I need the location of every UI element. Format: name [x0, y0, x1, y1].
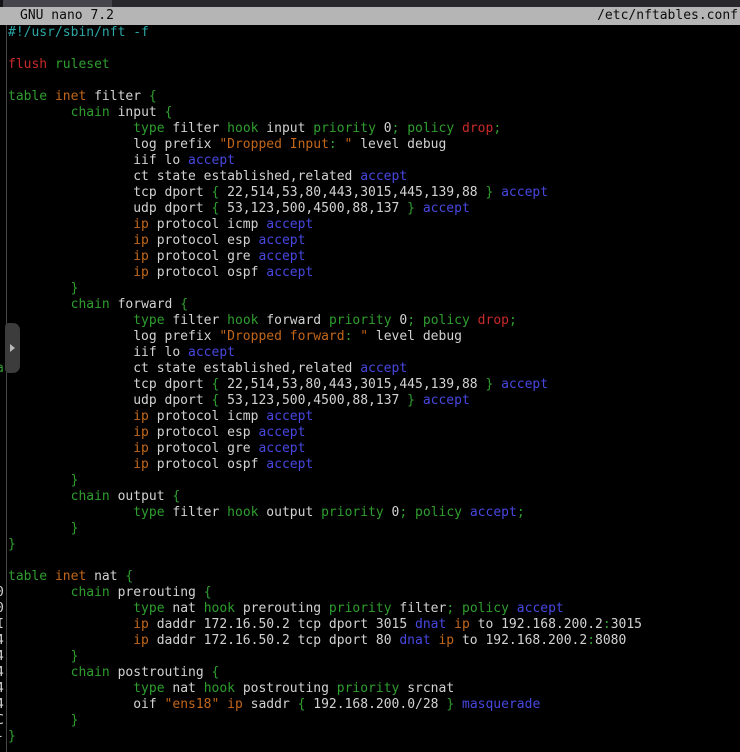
code-line: ip daddr 172.16.50.2 tcp dport 3015 dnat… [0, 617, 740, 633]
code-line: ip protocol icmp accept [0, 409, 740, 425]
code-line: ip protocol ospf accept [0, 457, 740, 473]
code-line: type filter hook forward priority 0; pol… [0, 313, 740, 329]
code-line [0, 73, 740, 89]
code-line: } [0, 713, 740, 729]
left-edge-glyph-fragment: C [0, 713, 4, 729]
code-line: udp dport { 53,123,500,4500,88,137 } acc… [0, 201, 740, 217]
code-line: chain input { [0, 105, 740, 121]
code-line: } [0, 537, 740, 553]
code-line: iif lo accept [0, 345, 740, 361]
code-line: chain prerouting { [0, 585, 740, 601]
left-edge-glyph-fragment: 4 [0, 697, 4, 713]
code-line: log prefix "Dropped Input: " level debug [0, 137, 740, 153]
code-line: tcp dport { 22,514,53,80,443,3015,445,13… [0, 377, 740, 393]
nano-titlebar: GNU nano 7.2 /etc/nftables.conf [0, 7, 740, 25]
code-line: ct state established,related accept [0, 169, 740, 185]
code-line: table inet filter { [0, 89, 740, 105]
code-line: ip protocol gre accept [0, 249, 740, 265]
code-line [0, 41, 740, 57]
left-edge-glyph-fragment: 4 [0, 633, 4, 649]
code-line: ip protocol esp accept [0, 233, 740, 249]
left-edge-glyph-fragment: 0 [0, 601, 4, 617]
code-line: ip daddr 172.16.50.2 tcp dport 80 dnat i… [0, 633, 740, 649]
left-edge-glyph-fragment: 0 [0, 585, 4, 601]
code-line: tcp dport { 22,514,53,80,443,3015,445,13… [0, 185, 740, 201]
code-line: } [0, 281, 740, 297]
code-line: ip protocol icmp accept [0, 217, 740, 233]
arrow-right-icon [10, 344, 15, 352]
code-line: } [0, 649, 740, 665]
terminal-screen: { "window": { "titlebar": { "app": "GNU … [0, 0, 740, 752]
code-line: log prefix "Dropped forward: " level deb… [0, 329, 740, 345]
code-line: ip protocol ospf accept [0, 265, 740, 281]
code-line: } [0, 473, 740, 489]
top-console-strip-segment [0, 0, 112, 7]
code-line: type filter hook output priority 0; poli… [0, 505, 740, 521]
left-edge-glyph-fragment: 4 [0, 665, 4, 681]
code-line: flush ruleset [0, 57, 740, 73]
code-line: iif lo accept [0, 153, 740, 169]
code-line: chain postrouting { [0, 665, 740, 681]
app-title: GNU nano 7.2 [20, 7, 114, 25]
code-line: udp dport { 53,123,500,4500,88,137 } acc… [0, 393, 740, 409]
code-line: ip protocol esp accept [0, 425, 740, 441]
code-line: ct state established,related accept [0, 361, 740, 377]
code-line: chain forward { [0, 297, 740, 313]
editor-area[interactable]: #!/usr/sbin/nft -f flush ruleset table ine… [0, 25, 740, 745]
code-line: #!/usr/sbin/nft -f [0, 25, 740, 41]
top-console-strip-notch [0, 0, 3, 7]
open-file-path: /etc/nftables.conf [597, 7, 738, 25]
code-line: chain output { [0, 489, 740, 505]
left-edge-glyph-fragment: - [0, 729, 4, 745]
control-bar-handle[interactable] [5, 323, 20, 373]
left-edge-glyph-fragment: a [0, 361, 4, 377]
left-edge-glyph-fragment: 4 [0, 681, 4, 697]
code-line: type nat hook prerouting priority filter… [0, 601, 740, 617]
code-line: } [0, 729, 740, 745]
code-line [0, 553, 740, 569]
code-line: oif "ens18" ip saddr { 192.168.200.0/28 … [0, 697, 740, 713]
code-line: } [0, 521, 740, 537]
left-edge-glyph-fragment: 4 [0, 649, 4, 665]
left-edge-glyph-fragment: I [0, 617, 4, 633]
code-line: type filter hook input priority 0; polic… [0, 121, 740, 137]
top-console-strip [0, 0, 740, 7]
code-line: table inet nat { [0, 569, 740, 585]
code-line: ip protocol gre accept [0, 441, 740, 457]
code-line: type nat hook postrouting priority srcna… [0, 681, 740, 697]
